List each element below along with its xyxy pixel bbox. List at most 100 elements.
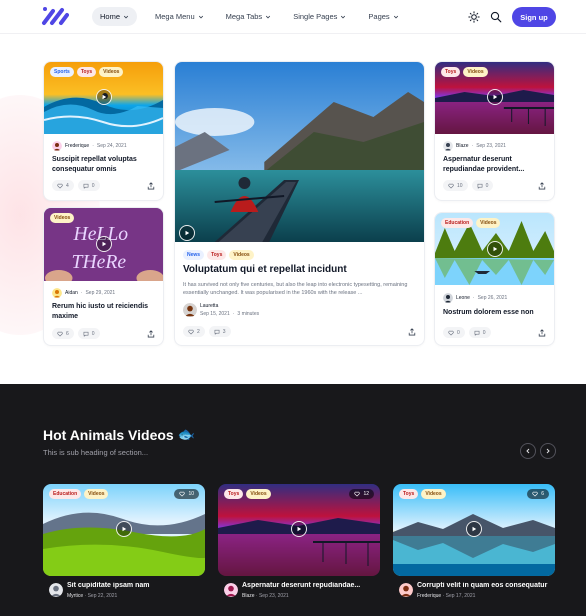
author-name[interactable]: Frederique [65,143,89,149]
author-name[interactable]: Frederique [417,593,441,599]
video-card[interactable]: Toys Videos 12 [218,484,380,576]
post-title[interactable]: Voluptatum qui et repellat incidunt [183,264,416,275]
share-icon[interactable] [538,181,546,190]
author-name[interactable]: Leone [456,295,470,301]
sun-icon[interactable] [468,11,480,23]
comment-icon [477,183,482,189]
tag-chip[interactable]: Toys [207,250,227,260]
post-thumbnail[interactable]: Toys Videos [435,62,554,134]
tag-list: Videos [50,213,75,223]
video-card[interactable]: Toys Videos 6 [393,484,555,576]
play-button[interactable] [116,521,132,537]
fish-emoji: 🐟 [177,426,196,442]
play-button[interactable] [487,89,503,105]
post-title[interactable]: Suscipit repellat voluptas consequatur o… [52,155,155,174]
featured-post-card[interactable]: News Toys Videos Voluptatum qui et repel… [174,61,425,346]
video-title[interactable]: Aspernatur deserunt repudiandae... [242,582,380,589]
video-card[interactable]: Education Videos 10 [43,484,205,576]
avatar[interactable] [52,141,62,151]
post-card[interactable]: Toys Videos Blaze · Sep 23, 2021 Asperna… [434,61,555,201]
search-icon[interactable] [490,11,502,23]
tag-chip[interactable]: News [183,250,205,260]
nav-home[interactable]: Home [92,7,138,26]
share-icon[interactable] [538,328,546,337]
tag-chip[interactable]: Education [49,489,82,499]
like-badge[interactable]: 12 [349,489,374,499]
like-button[interactable]: 10 [443,180,468,191]
play-button[interactable] [487,241,503,257]
avatar[interactable] [443,293,453,303]
post-card[interactable]: HeLLo THeRe Videos Aidan · Sep 29, 2021 … [43,207,164,346]
avatar[interactable] [183,303,197,317]
like-button[interactable]: 2 [183,326,205,337]
play-button[interactable] [96,89,112,105]
prev-button[interactable] [520,443,536,459]
nav-single-pages[interactable]: Single Pages [285,7,354,26]
video-title[interactable]: Corrupti velit in quam eos consequatur [417,582,555,589]
tag-chip[interactable]: Videos [246,489,271,499]
author-name[interactable]: Aidan [65,290,78,296]
tag-list: Toys Videos [224,489,271,499]
tag-chip[interactable]: Videos [463,67,488,77]
avatar[interactable] [52,288,62,298]
author-name[interactable]: Blaze [242,593,255,599]
post-thumbnail[interactable]: Sports Toys Videos [44,62,163,134]
play-button[interactable] [96,236,112,252]
tag-chip[interactable]: Videos [476,218,501,228]
comment-button[interactable]: 3 [208,326,231,337]
avatar[interactable] [443,141,453,151]
avatar[interactable] [399,583,413,597]
play-button[interactable] [466,521,482,537]
logo[interactable] [41,6,69,26]
signup-button[interactable]: Sign up [512,7,556,27]
post-thumbnail[interactable] [175,62,424,242]
like-badge[interactable]: 10 [174,489,199,499]
nav-label: Pages [368,12,390,21]
author-name[interactable]: Lauretta [200,303,259,309]
comment-button[interactable]: 0 [468,327,491,338]
nav-pages[interactable]: Pages [360,7,406,26]
tag-chip[interactable]: Videos [50,213,75,223]
nav-mega-menu[interactable]: Mega Menu [147,7,212,26]
post-title[interactable]: Rerum hic iusto ut reiciendis maxime [52,302,155,321]
post-title[interactable]: Nostrum dolorem esse non [443,308,546,318]
tag-chip[interactable]: Toys [224,489,244,499]
share-icon[interactable] [408,327,416,336]
tag-chip[interactable]: Videos [229,250,254,260]
tag-chip[interactable]: Education [441,218,474,228]
tag-chip[interactable]: Toys [441,67,461,77]
tag-chip[interactable]: Videos [99,67,124,77]
tag-list: Education Videos [49,489,109,499]
share-icon[interactable] [147,181,155,190]
post-title[interactable]: Aspernatur deserunt repudiandae providen… [443,155,546,174]
post-thumbnail[interactable]: HeLLo THeRe Videos [44,208,163,281]
like-button[interactable]: 6 [52,328,74,339]
tag-chip[interactable]: Sports [50,67,74,77]
meta-separator: · [472,295,475,301]
avatar[interactable] [49,583,63,597]
tag-chip[interactable]: Videos [421,489,446,499]
author-name[interactable]: Blaze [456,143,469,149]
tag-chip[interactable]: Toys [399,489,419,499]
play-button[interactable] [291,521,307,537]
comment-button[interactable]: 0 [77,328,100,339]
comment-button[interactable]: 0 [77,180,100,191]
like-badge[interactable]: 6 [527,489,549,499]
post-thumbnail[interactable]: Education Videos [435,213,554,285]
post-card[interactable]: Sports Toys Videos Frederique · Sep 24, … [43,61,164,201]
like-count: 12 [363,491,369,497]
avatar[interactable] [224,583,238,597]
comment-button[interactable]: 0 [471,180,494,191]
like-button[interactable]: 0 [443,327,465,338]
post-card[interactable]: Education Videos Leone · Sep 26, 2021 No… [434,212,555,346]
share-icon[interactable] [147,329,155,338]
tag-chip[interactable]: Toys [76,67,97,77]
video-title[interactable]: Sit cupiditate ipsam nam [67,582,205,589]
tag-chip[interactable]: Videos [84,489,109,499]
next-button[interactable] [540,443,556,459]
author-name[interactable]: Myrtice [67,593,83,599]
play-button[interactable] [179,225,195,241]
nav-mega-tabs[interactable]: Mega Tabs [218,7,280,26]
post-meta: Aidan · Sep 29, 2021 [52,288,115,298]
like-button[interactable]: 4 [52,180,74,191]
